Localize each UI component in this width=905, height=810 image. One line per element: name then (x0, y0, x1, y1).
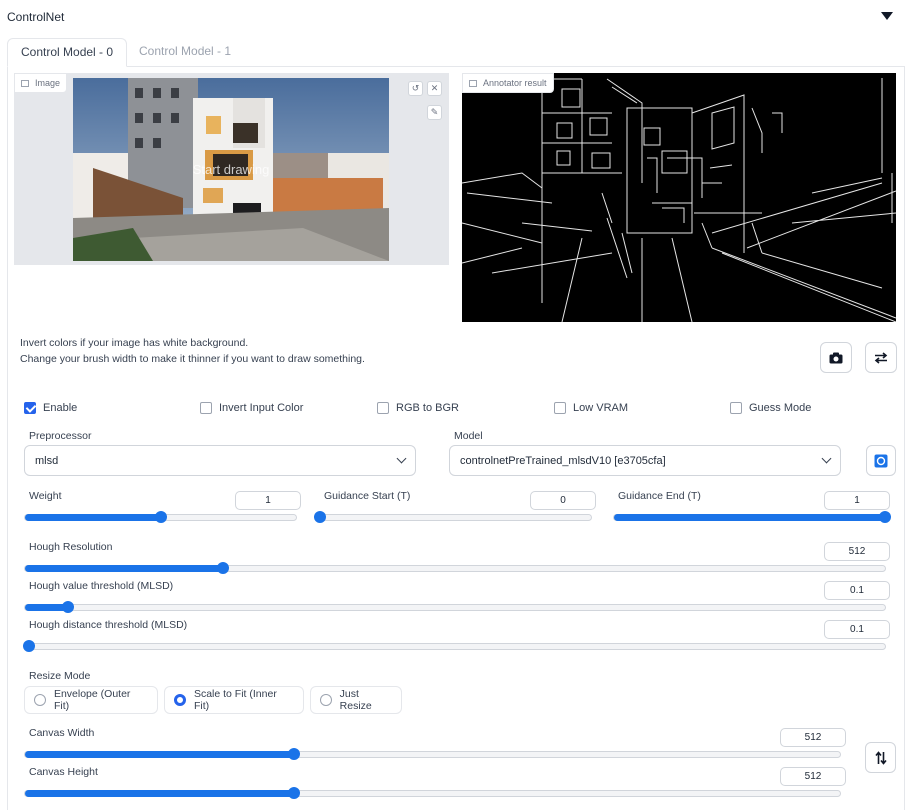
radio-envelope[interactable]: Envelope (Outer Fit) (24, 686, 158, 714)
tab-control-model-1[interactable]: Control Model - 1 (126, 38, 244, 67)
refresh-icon (874, 454, 888, 467)
checkbox-invert-box[interactable] (200, 402, 212, 414)
preprocessor-label: Preprocessor (29, 430, 92, 442)
slider-thumb[interactable] (879, 511, 891, 523)
canvas-height-label: Canvas Height (29, 766, 98, 778)
image-label: Image (14, 73, 68, 93)
slider-fill (614, 514, 885, 521)
slider-thumb[interactable] (216, 562, 229, 574)
undo-icon[interactable]: ↺ (408, 81, 423, 96)
hough-resolution-slider[interactable] (24, 562, 886, 574)
slider-fill (25, 751, 294, 758)
canvas-width-input[interactable]: 512 (780, 728, 846, 747)
swap-dimensions-button[interactable] (865, 742, 896, 773)
canvas-height-input[interactable]: 512 (780, 767, 846, 786)
weight-label: Weight (29, 490, 62, 502)
checkbox-rgb-box[interactable] (377, 402, 389, 414)
help-line-2: Change your brush width to make it thinn… (20, 353, 365, 365)
slider-thumb[interactable] (62, 601, 74, 613)
brush-icon[interactable]: ✎ (427, 105, 442, 120)
annotator-label-text: Annotator result (483, 78, 547, 88)
enable-checkbox[interactable]: Enable (24, 402, 77, 414)
slider-thumb[interactable] (154, 511, 167, 523)
hough-resolution-input[interactable]: 512 (824, 542, 890, 561)
hough-distance-input[interactable]: 0.1 (824, 620, 890, 639)
chevron-down-icon (821, 453, 832, 464)
refresh-models-button[interactable] (866, 445, 896, 476)
guidance-end-slider[interactable] (613, 511, 891, 523)
hough-distance-label: Hough distance threshold (MLSD) (29, 619, 188, 631)
preprocessor-value: mlsd (35, 454, 59, 467)
guidance-end-label: Guidance End (T) (618, 490, 701, 502)
hough-value-input[interactable]: 0.1 (824, 581, 890, 600)
canvas-width-slider[interactable] (24, 748, 841, 760)
collapse-caret-icon[interactable] (881, 12, 893, 20)
camera-button[interactable] (820, 342, 852, 373)
hough-resolution-label: Hough Resolution (29, 541, 113, 553)
section-title: ControlNet (7, 10, 65, 24)
swap-arrows-icon (874, 351, 888, 364)
canvas-height-slider[interactable] (24, 787, 841, 799)
annotator-label: Annotator result (462, 73, 554, 93)
radio-dot[interactable] (34, 694, 46, 706)
slider-fill (25, 790, 294, 797)
input-photo[interactable]: Start drawing (73, 78, 389, 261)
image-icon (469, 80, 477, 87)
slider-thumb[interactable] (287, 748, 300, 760)
model-label: Model (454, 430, 483, 442)
image-label-text: Image (35, 78, 61, 88)
weight-slider[interactable] (24, 511, 297, 523)
swap-button[interactable] (865, 342, 897, 373)
checkbox-label: Invert Input Color (219, 402, 304, 414)
radio-label: Envelope (Outer Fit) (53, 688, 131, 712)
hough-value-slider[interactable] (24, 601, 886, 613)
radio-dot[interactable] (320, 694, 332, 706)
slider-fill (25, 514, 161, 521)
resize-mode-label: Resize Mode (29, 670, 91, 682)
clear-icon[interactable]: ✕ (427, 81, 442, 96)
checkbox-enable-box[interactable] (24, 402, 36, 414)
checkbox-label: RGB to BGR (396, 402, 459, 414)
rgb-to-bgr-checkbox[interactable]: RGB to BGR (377, 402, 459, 414)
annotator-result-image (462, 73, 896, 322)
hough-value-label: Hough value threshold (MLSD) (29, 580, 174, 592)
guidance-end-input[interactable]: 1 (824, 491, 890, 510)
start-drawing-overlay: Start drawing (193, 162, 270, 177)
slider-fill (25, 565, 223, 572)
canvas-width-label: Canvas Width (29, 727, 95, 739)
invert-input-color-checkbox[interactable]: Invert Input Color (200, 402, 303, 414)
checkbox-guess-box[interactable] (730, 402, 742, 414)
radio-label: Just Resize (339, 688, 372, 712)
low-vram-checkbox[interactable]: Low VRAM (554, 402, 628, 414)
guidance-start-label: Guidance Start (T) (324, 490, 411, 502)
checkbox-label: Low VRAM (573, 402, 629, 414)
model-value: controlnetPreTrained_mlsdV10 [e3705cfa] (460, 454, 666, 467)
radio-dot[interactable] (174, 694, 186, 706)
guidance-start-input[interactable]: 0 (530, 491, 596, 510)
preprocessor-select[interactable]: mlsd (24, 445, 416, 476)
help-line-1: Invert colors if your image has white ba… (20, 337, 249, 349)
radio-just-resize[interactable]: Just Resize (310, 686, 402, 714)
swap-vertical-icon (874, 750, 887, 765)
checkbox-label: Guess Mode (749, 402, 812, 414)
checkbox-label: Enable (43, 402, 78, 414)
hough-distance-slider[interactable] (23, 640, 886, 652)
camera-icon (829, 352, 843, 363)
image-icon (21, 80, 29, 87)
guidance-start-slider[interactable] (314, 511, 592, 523)
checkbox-lowvram-box[interactable] (554, 402, 566, 414)
chevron-down-icon (396, 453, 407, 464)
model-select[interactable]: controlnetPreTrained_mlsdV10 [e3705cfa] (449, 445, 841, 476)
slider-thumb[interactable] (287, 787, 300, 799)
weight-input[interactable]: 1 (235, 491, 301, 510)
guess-mode-checkbox[interactable]: Guess Mode (730, 402, 811, 414)
radio-scale-to-fit[interactable]: Scale to Fit (Inner Fit) (164, 686, 304, 714)
slider-thumb[interactable] (314, 511, 326, 523)
radio-label: Scale to Fit (Inner Fit) (193, 688, 277, 712)
tab-control-model-0[interactable]: Control Model - 0 (7, 38, 128, 67)
